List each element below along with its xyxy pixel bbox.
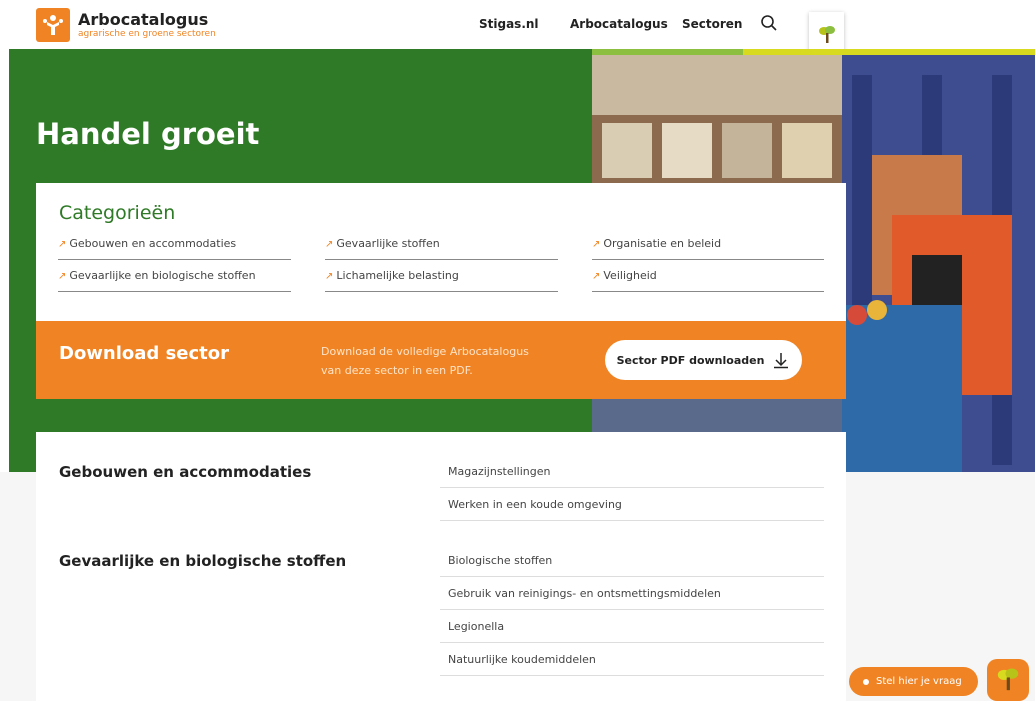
section-heading: Gebouwen en accommodaties xyxy=(59,463,312,481)
site-logo[interactable]: Arbocatalogus agrarische en groene secto… xyxy=(36,8,216,42)
category-link[interactable]: ↗ Lichamelijke belasting xyxy=(325,260,558,292)
category-link[interactable]: ↗ Veiligheid xyxy=(592,260,824,292)
chat-avatar-icon[interactable] xyxy=(987,659,1029,701)
download-description: Download de volledige Arbocatalogus van … xyxy=(321,345,529,377)
logo-name: Arbocatalogus xyxy=(78,9,209,29)
status-dot-icon xyxy=(863,678,869,685)
list-item[interactable]: Natuurlijke koudemiddelen xyxy=(440,643,824,676)
download-band: Download sector Download de volledige Ar… xyxy=(36,321,846,399)
list-item[interactable]: Magazijnstellingen xyxy=(440,455,824,488)
arrow-icon: ↗ xyxy=(325,271,334,282)
arrow-icon: ↗ xyxy=(592,239,601,250)
section-heading: Gevaarlijke en biologische stoffen xyxy=(59,552,347,570)
arrow-icon: ↗ xyxy=(58,239,67,250)
nav-sectoren[interactable]: Sectoren xyxy=(682,17,742,31)
category-link[interactable]: ↗ Gevaarlijke stoffen xyxy=(325,228,558,260)
logo-people-icon xyxy=(36,8,70,42)
download-pdf-button[interactable]: Sector PDF downloaden xyxy=(605,340,802,380)
search-icon[interactable] xyxy=(760,14,780,34)
page-title: Handel groeit xyxy=(36,117,260,151)
list-item[interactable]: Biologische stoffen xyxy=(440,544,824,577)
download-icon xyxy=(774,353,789,369)
nav-arbocatalogus[interactable]: Arbocatalogus xyxy=(570,17,668,31)
category-link[interactable]: ↗ Organisatie en beleid xyxy=(592,228,824,260)
categories-title: Categorieën xyxy=(59,202,176,224)
categories-card: Categorieën ↗ Gebouwen en accommodaties ↗… xyxy=(36,183,846,323)
list-item[interactable]: Legionella xyxy=(440,610,824,643)
chat-button[interactable]: Stel hier je vraag xyxy=(849,667,978,696)
arrow-icon: ↗ xyxy=(58,271,67,282)
arrow-icon: ↗ xyxy=(325,239,334,250)
arrow-icon: ↗ xyxy=(592,271,601,282)
nav-stigas[interactable]: Stigas.nl xyxy=(479,17,539,31)
list-item[interactable]: Werken in een koude omgeving xyxy=(440,488,824,521)
category-link[interactable]: ↗ Gebouwen en accommodaties xyxy=(58,228,291,260)
category-link[interactable]: ↗ Gevaarlijke en biologische stoffen xyxy=(58,260,291,292)
site-header: Arbocatalogus agrarische en groene secto… xyxy=(0,0,1035,58)
download-title: Download sector xyxy=(59,343,230,364)
list-item[interactable]: Gebruik van reinigings- en ontsmettingsm… xyxy=(440,577,824,610)
logo-tagline: agrarische en groene sectoren xyxy=(78,28,216,39)
sections-card: Gebouwen en accommodaties Magazijnstelli… xyxy=(36,432,846,701)
